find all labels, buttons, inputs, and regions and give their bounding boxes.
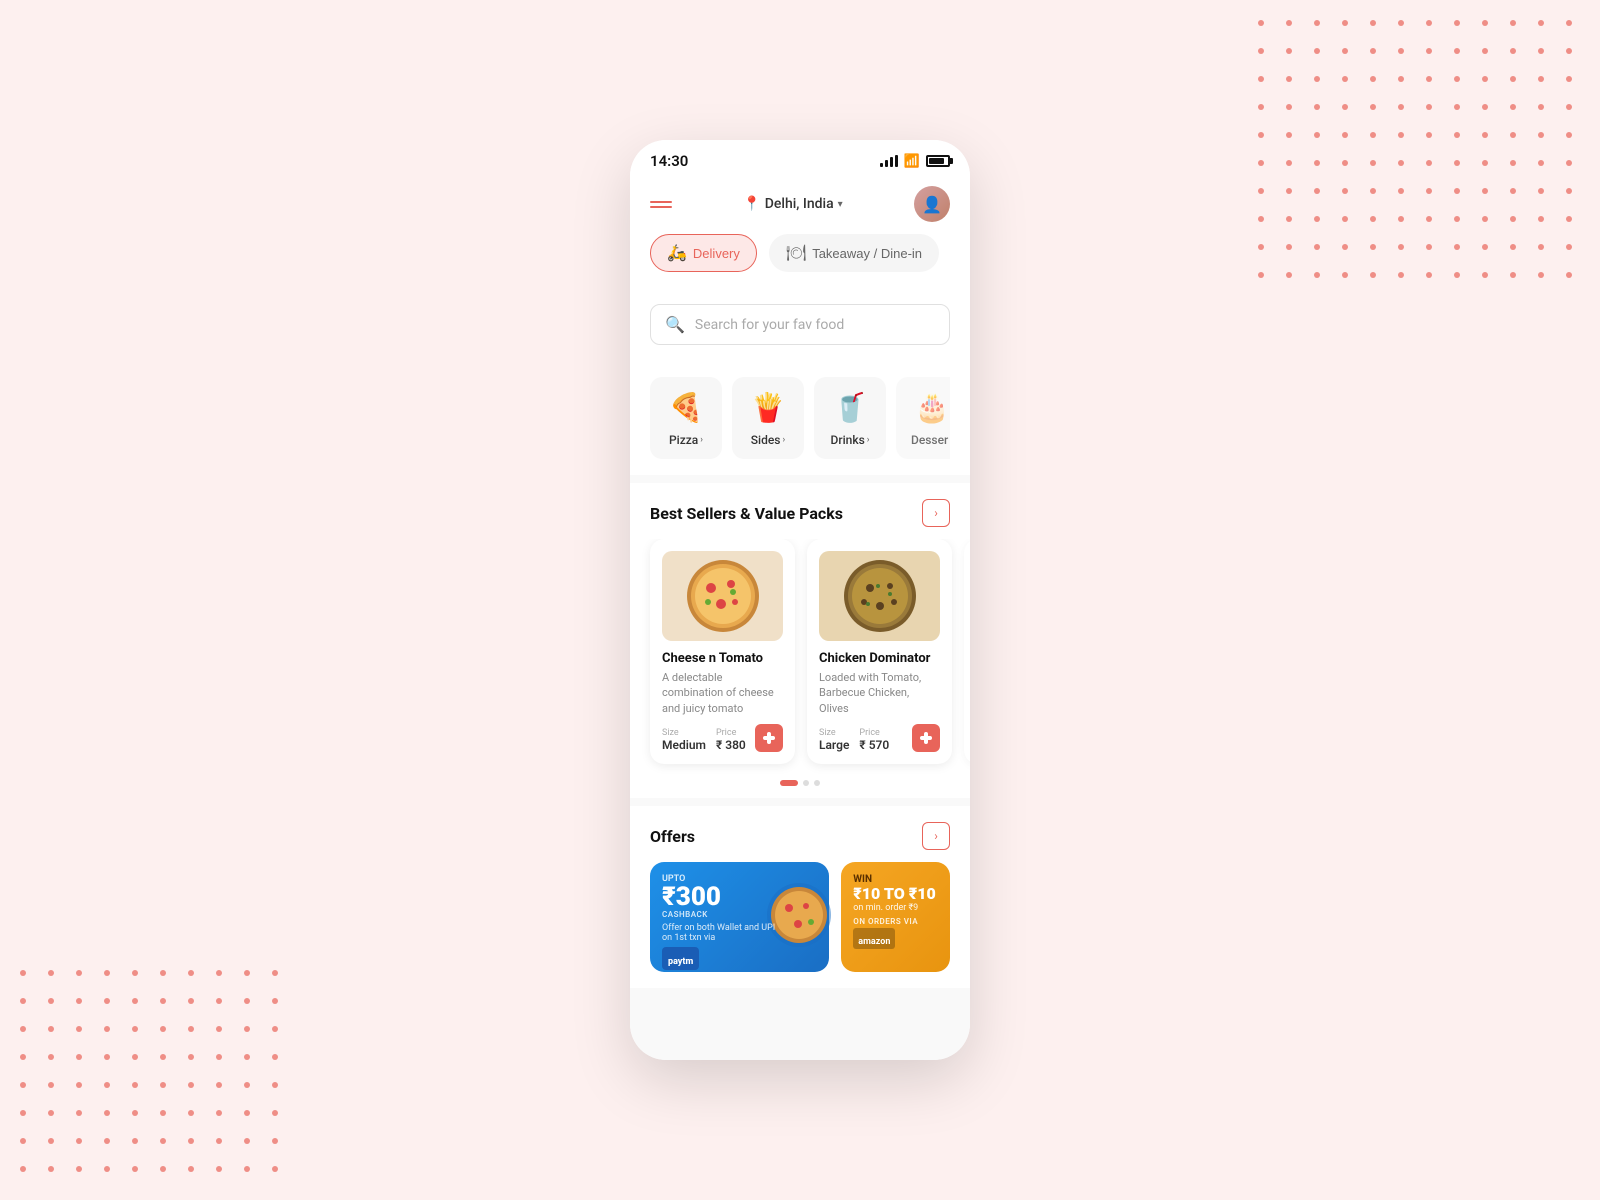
search-bar[interactable]: 🔍 Search for your fav food bbox=[650, 304, 950, 345]
cheese-tomato-size-label: Size bbox=[662, 728, 706, 738]
best-sellers-arrow[interactable]: › bbox=[922, 499, 950, 527]
status-time: 14:30 bbox=[650, 152, 688, 170]
chicken-dominator-desc: Loaded with Tomato, Barbecue Chicken, Ol… bbox=[819, 670, 940, 716]
offer-cashback-label: CASHBACK bbox=[662, 910, 817, 919]
offers-arrow[interactable]: › bbox=[922, 822, 950, 850]
category-pizza[interactable]: 🍕 Pizza › bbox=[650, 377, 722, 459]
dot-1 bbox=[780, 780, 798, 786]
offer-card-paytm[interactable]: UPTO ₹300 CASHBACK Offer on both Wallet … bbox=[650, 862, 829, 972]
categories-section: 🍕 Pizza › 🍟 Sides › 🥤 Drin bbox=[630, 361, 970, 475]
offer-orders-via-label: ON ORDERS VIA bbox=[853, 917, 938, 926]
menu-icon[interactable] bbox=[650, 201, 672, 208]
drinks-icon: 🥤 bbox=[833, 389, 868, 425]
avatar[interactable]: 👤 bbox=[914, 186, 950, 222]
decorative-dots-bottom-left: (function(){ const container = document.… bbox=[20, 970, 286, 1180]
status-icons: 📶 bbox=[880, 154, 950, 169]
amazon-label: amazon bbox=[858, 937, 890, 947]
header: 📍 Delhi, India ▾ 👤 bbox=[630, 178, 970, 234]
amazon-badge: amazon bbox=[853, 928, 895, 949]
categories-row: 🍕 Pizza › 🍟 Sides › 🥤 Drin bbox=[650, 377, 950, 459]
chicken-size: Large bbox=[819, 738, 849, 752]
pizza-chevron-icon: › bbox=[700, 435, 703, 445]
category-drinks[interactable]: 🥤 Drinks › bbox=[814, 377, 886, 459]
cheese-tomato-meta: Size Medium Price ₹ 380 bbox=[662, 724, 783, 752]
best-sellers-section: Best Sellers & Value Packs › bbox=[630, 483, 970, 798]
delivery-icon: 🛵 bbox=[667, 243, 687, 263]
offers-header: Offers › bbox=[630, 822, 970, 862]
offers-row: UPTO ₹300 CASHBACK Offer on both Wallet … bbox=[630, 862, 970, 988]
product-chicken-dominator[interactable]: Chicken Dominator Loaded with Tomato, Ba… bbox=[807, 539, 952, 764]
wifi-icon: 📶 bbox=[904, 154, 920, 169]
drinks-chevron-icon: › bbox=[867, 435, 870, 445]
chicken-price-label: Price bbox=[859, 728, 889, 738]
pin-icon: 📍 bbox=[743, 196, 760, 212]
cheese-tomato-price: ₹ 380 bbox=[716, 738, 746, 752]
chicken-dominator-image bbox=[819, 551, 940, 641]
add-chicken-dominator-button[interactable] bbox=[912, 724, 940, 752]
status-bar: 14:30 📶 bbox=[630, 140, 970, 178]
takeaway-tab-label: Takeaway / Dine-in bbox=[812, 246, 922, 261]
search-section: 🔍 Search for your fav food bbox=[630, 288, 970, 361]
offer-min-order: on min. order ₹9 bbox=[853, 903, 938, 913]
offer-win-amount: ₹10 TO ₹10 bbox=[853, 885, 938, 903]
paytm-label: paytm bbox=[668, 957, 693, 967]
sides-label: Sides bbox=[751, 433, 781, 447]
cheese-tomato-image bbox=[662, 551, 783, 641]
product-cheese-tomato[interactable]: Cheese n Tomato A delectable combination… bbox=[650, 539, 795, 764]
offer-wallet-text: Offer on both Wallet and UPI bbox=[662, 923, 817, 933]
dot-2 bbox=[803, 780, 809, 786]
offer-cashback-amount: ₹300 bbox=[662, 884, 817, 910]
cheese-tomato-size: Medium bbox=[662, 738, 706, 752]
chicken-dominator-meta: Size Large Price ₹ 570 bbox=[819, 724, 940, 752]
chicken-price: ₹ 570 bbox=[859, 738, 889, 752]
product-third[interactable] bbox=[964, 539, 970, 764]
decorative-dots-top-right: (function(){ const container = document.… bbox=[1258, 20, 1580, 286]
chevron-down-icon: ▾ bbox=[838, 199, 843, 210]
pizza-icon: 🍕 bbox=[669, 389, 704, 425]
content-area: 🔍 Search for your fav food 🍕 Pizza › 🍟 S… bbox=[630, 288, 970, 1060]
category-desserts[interactable]: 🎂 Desser › bbox=[896, 377, 950, 459]
products-row: Cheese n Tomato A delectable combination… bbox=[630, 539, 970, 780]
cheese-tomato-price-label: Price bbox=[716, 728, 746, 738]
location-text: Delhi, India bbox=[765, 196, 834, 212]
desserts-label: Desser bbox=[911, 433, 948, 447]
signal-icon bbox=[880, 155, 898, 167]
battery-icon bbox=[926, 155, 950, 167]
offer-txn-text: on 1st txn via bbox=[662, 933, 817, 943]
search-placeholder: Search for your fav food bbox=[695, 317, 844, 333]
drinks-label: Drinks bbox=[831, 433, 865, 447]
chicken-dominator-name: Chicken Dominator bbox=[819, 651, 940, 666]
takeaway-tab[interactable]: 🍽 Takeaway / Dine-in bbox=[769, 234, 939, 272]
delivery-tab[interactable]: 🛵 Delivery bbox=[650, 234, 757, 272]
cheese-tomato-desc: A delectable combination of cheese and j… bbox=[662, 670, 783, 716]
desserts-icon: 🎂 bbox=[915, 389, 950, 425]
best-sellers-header: Best Sellers & Value Packs › bbox=[630, 499, 970, 539]
category-sides[interactable]: 🍟 Sides › bbox=[732, 377, 804, 459]
delivery-tab-label: Delivery bbox=[693, 246, 740, 261]
phone-frame: 14:30 📶 📍 Delhi, India ▾ 👤 bbox=[630, 140, 970, 1060]
cheese-tomato-name: Cheese n Tomato bbox=[662, 651, 783, 666]
offers-title: Offers bbox=[650, 827, 695, 846]
dot-3 bbox=[814, 780, 820, 786]
sides-icon: 🍟 bbox=[751, 389, 786, 425]
add-cheese-tomato-button[interactable] bbox=[755, 724, 783, 752]
progress-dots bbox=[630, 780, 970, 798]
chicken-size-label: Size bbox=[819, 728, 849, 738]
sides-chevron-icon: › bbox=[782, 435, 785, 445]
takeaway-icon: 🍽 bbox=[786, 243, 806, 263]
pizza-label: Pizza bbox=[669, 433, 698, 447]
paytm-badge: paytm bbox=[662, 947, 699, 970]
best-sellers-title: Best Sellers & Value Packs bbox=[650, 504, 843, 523]
offers-section: Offers › UPTO ₹300 CASHBACK Offer on bot… bbox=[630, 806, 970, 988]
location-selector[interactable]: 📍 Delhi, India ▾ bbox=[743, 196, 842, 212]
delivery-tabs: 🛵 Delivery 🍽 Takeaway / Dine-in bbox=[630, 234, 970, 288]
offer-card-amazon[interactable]: WIN ₹10 TO ₹10 on min. order ₹9 ON ORDER… bbox=[841, 862, 950, 972]
search-icon: 🔍 bbox=[665, 315, 685, 334]
